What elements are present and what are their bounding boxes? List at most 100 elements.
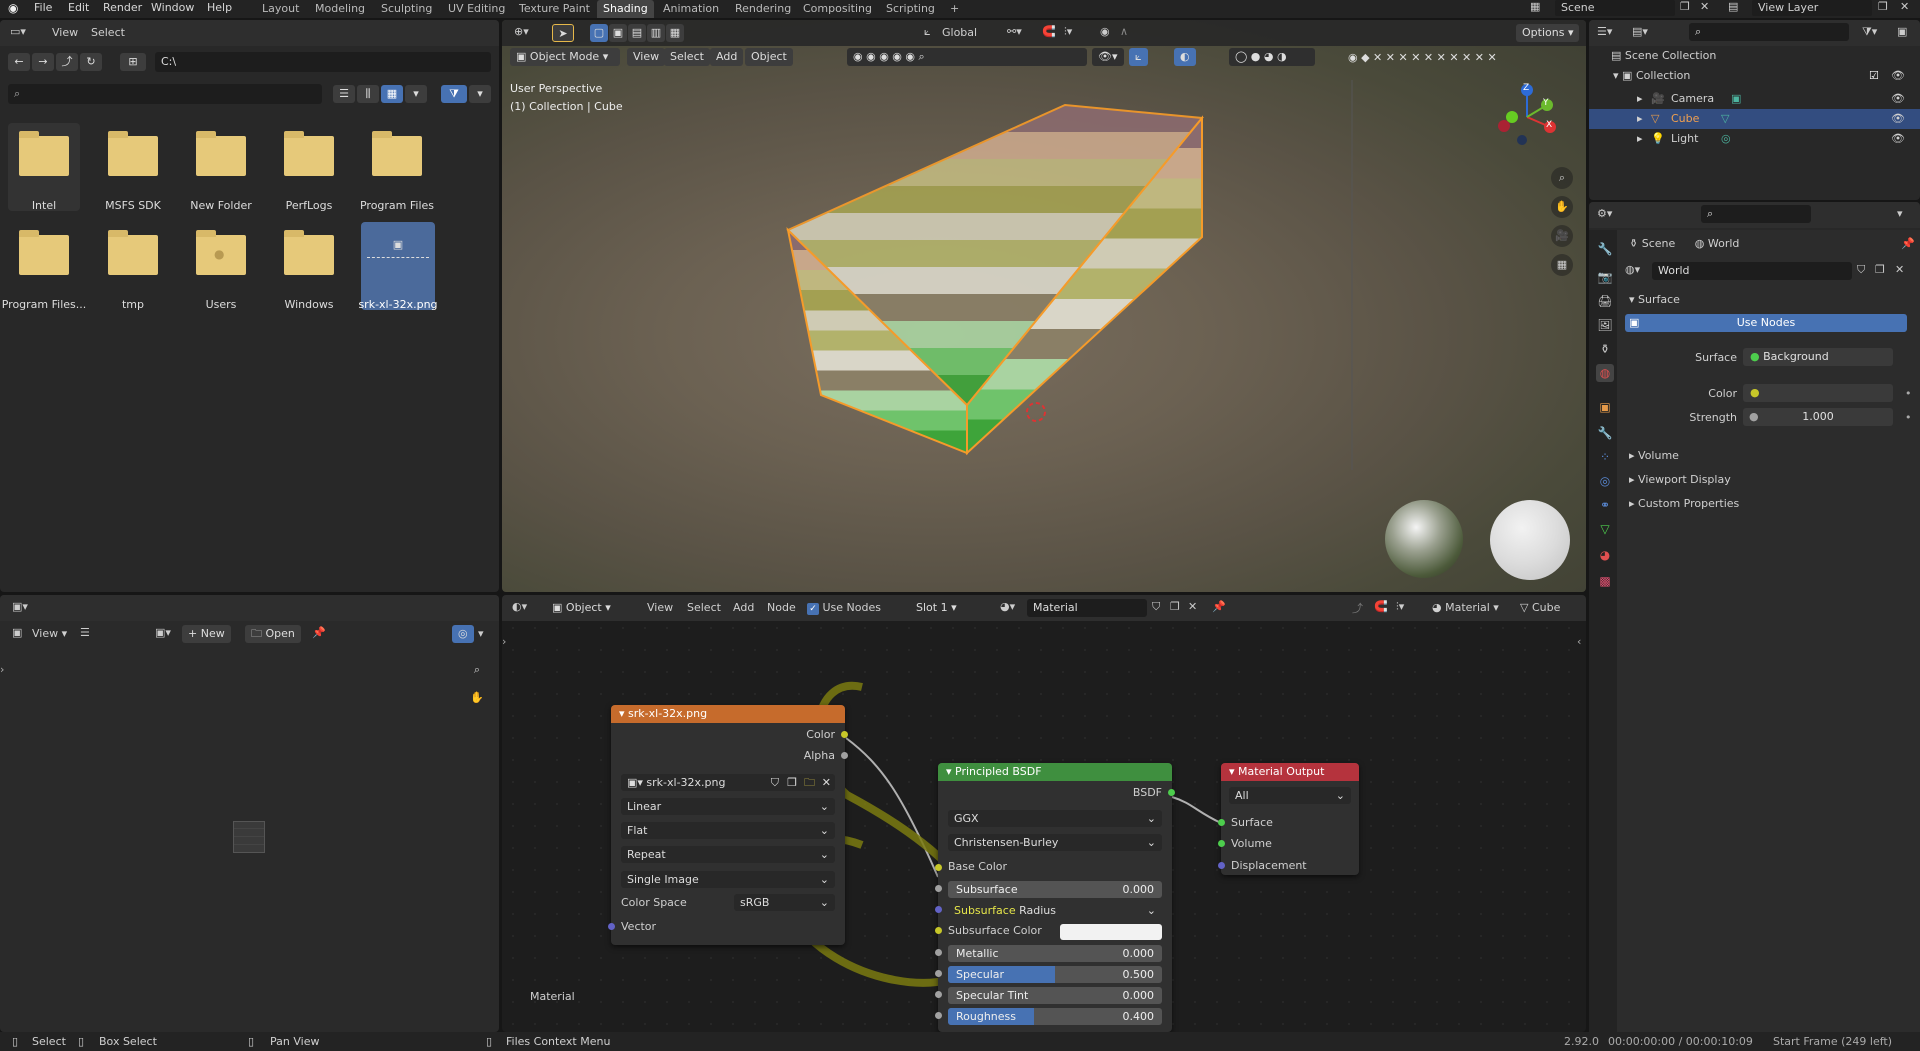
file-item-tmp[interactable]: tmp bbox=[97, 222, 169, 311]
subsurface-slider[interactable]: Subsurface 0.000 bbox=[948, 881, 1162, 898]
new-collection-icon[interactable]: ▣ bbox=[1897, 25, 1907, 38]
camera-eye-icon[interactable]: 👁 bbox=[1891, 89, 1905, 109]
image-datablock[interactable]: ▣▾ srk-xl-32x.png ⛉ ❐ 🗀 ✕ bbox=[621, 774, 835, 791]
new-view-layer-icon[interactable]: ❐ bbox=[1878, 0, 1888, 13]
outliner-editor-icon[interactable]: ☰▾ bbox=[1597, 25, 1612, 38]
tab-compositing[interactable]: Compositing bbox=[797, 0, 878, 18]
tab-modeling[interactable]: Modeling bbox=[309, 0, 371, 18]
output-tab-icon[interactable]: 🖨 bbox=[1596, 292, 1614, 310]
add-workspace-button[interactable]: + bbox=[944, 0, 965, 18]
tab-shading[interactable]: Shading bbox=[597, 0, 654, 18]
outliner-item-camera[interactable]: ▸ 🎥 Camera ▣ 👁 bbox=[1589, 89, 1920, 109]
principled-bsdf-node[interactable]: ▾ Principled BSDF BSDF GGX ⌄ Christensen-… bbox=[935, 763, 1175, 1032]
use-nodes-button[interactable]: ▣ Use Nodes bbox=[1625, 314, 1907, 332]
zoom-icon[interactable]: ⌕ bbox=[1551, 167, 1573, 189]
input-volume-socket[interactable] bbox=[1218, 840, 1225, 847]
file-item-msfs-sdk[interactable]: MSFS SDK bbox=[97, 123, 169, 212]
pin-icon[interactable]: 📌 bbox=[1901, 237, 1915, 250]
mode-icon[interactable]: ▣ bbox=[12, 626, 22, 639]
material-tab-icon[interactable]: ◕ bbox=[1596, 546, 1614, 564]
input-metallic-socket[interactable] bbox=[935, 949, 942, 956]
input-subsurface-color-socket[interactable] bbox=[935, 927, 942, 934]
viewport-3d[interactable]: ⊕▾ ➤ ▢ ▣ ▤ ▥ ▦ ⟀ Global ⚯▾ 🧲 ⫶▾ ◉ ∧ Opti… bbox=[502, 20, 1586, 592]
pan-hand-icon[interactable]: ✋ bbox=[1551, 196, 1573, 218]
horizontal-list-button[interactable]: ⫼ bbox=[357, 85, 379, 103]
camera-view-icon[interactable]: 🎥 bbox=[1551, 225, 1573, 247]
new-scene-icon[interactable]: ❐ bbox=[1680, 0, 1690, 13]
pan-hand-icon[interactable]: ✋ bbox=[466, 687, 488, 709]
metallic-slider[interactable]: Metallic 0.000 bbox=[948, 945, 1162, 962]
file-item-intel[interactable]: Intel bbox=[8, 123, 80, 212]
cube-eye-icon[interactable]: 👁 bbox=[1891, 109, 1905, 129]
file-item-perflogs[interactable]: PerfLogs bbox=[273, 123, 345, 212]
data-tab-icon[interactable]: ▽ bbox=[1596, 520, 1614, 538]
surface-shader-field[interactable]: ● Background bbox=[1743, 348, 1893, 366]
section-volume-header[interactable]: ▸ Volume bbox=[1629, 446, 1679, 466]
tab-texture-paint[interactable]: Texture Paint bbox=[513, 0, 596, 18]
view-layer-tab-icon[interactable]: 🖼 bbox=[1596, 316, 1614, 334]
menu-edit[interactable]: Edit bbox=[68, 0, 89, 16]
duplicate-world-icon[interactable]: ❐ bbox=[1875, 263, 1885, 276]
file-item-new-folder[interactable]: New Folder bbox=[185, 123, 257, 212]
input-surface-socket[interactable] bbox=[1218, 819, 1225, 826]
file-item-users[interactable]: ● Users bbox=[185, 222, 257, 311]
editor-type-icon[interactable]: ▭▾ bbox=[10, 25, 26, 38]
parent-dir-button[interactable]: ⤴ bbox=[56, 53, 78, 71]
filter-icon[interactable]: ⧩▾ bbox=[1862, 25, 1877, 39]
scene-field[interactable]: Scene bbox=[1555, 0, 1675, 16]
tab-uv-editing[interactable]: UV Editing bbox=[442, 0, 511, 18]
unlink-world-icon[interactable]: ✕ bbox=[1895, 263, 1904, 276]
color-space-dropdown[interactable]: sRGB ⌄ bbox=[734, 894, 835, 911]
file-item-program-files[interactable]: Program Files bbox=[360, 123, 434, 212]
strength-field[interactable]: ● 1.000 bbox=[1743, 408, 1893, 426]
output-color-socket[interactable] bbox=[841, 731, 848, 738]
properties-options-icon[interactable]: ▾ bbox=[1897, 207, 1903, 220]
output-alpha-socket[interactable] bbox=[841, 752, 848, 759]
tab-layout[interactable]: Layout bbox=[256, 0, 305, 18]
file-item-windows[interactable]: Windows bbox=[273, 222, 345, 311]
modifier-tab-icon[interactable]: 🔧 bbox=[1596, 424, 1614, 442]
outliner-collection[interactable]: ▾ ▣ Collection ☑ 👁 bbox=[1613, 69, 1913, 82]
filter-button[interactable]: ⧩ bbox=[441, 85, 467, 103]
sidebar-toggle-icon[interactable]: › bbox=[0, 663, 4, 676]
new-folder-button[interactable]: ⊞ bbox=[120, 53, 146, 71]
editor-type-icon[interactable]: ▣▾ bbox=[12, 600, 28, 613]
properties-editor-icon[interactable]: ⚙▾ bbox=[1597, 207, 1612, 220]
display-mode-icon[interactable]: ▤▾ bbox=[1632, 25, 1648, 38]
menu-help[interactable]: Help bbox=[207, 0, 232, 16]
fb-menu-select[interactable]: Select bbox=[91, 26, 125, 39]
scene-tab-icon[interactable]: ⚱ bbox=[1596, 340, 1614, 358]
projection-dropdown[interactable]: Flat ⌄ bbox=[621, 822, 835, 839]
texture-tab-icon[interactable]: ▩ bbox=[1596, 572, 1614, 590]
roughness-slider[interactable]: Roughness 0.400 bbox=[948, 1008, 1162, 1025]
output-bsdf-socket[interactable] bbox=[1168, 789, 1175, 796]
outliner-search[interactable]: ⌕ bbox=[1689, 23, 1849, 41]
properties-search[interactable]: ⌕ bbox=[1701, 205, 1811, 223]
object-tab-icon[interactable]: ▣ bbox=[1596, 398, 1614, 416]
specular-slider[interactable]: Specular 0.500 bbox=[948, 966, 1162, 983]
render-tab-icon[interactable]: 📷 bbox=[1596, 268, 1614, 286]
back-button[interactable]: ← bbox=[8, 53, 30, 71]
tool-tab-icon[interactable]: 🔧 bbox=[1596, 240, 1614, 258]
tab-rendering[interactable]: Rendering bbox=[729, 0, 797, 18]
empty-image-canvas[interactable] bbox=[233, 821, 265, 853]
fb-menu-view[interactable]: View bbox=[52, 26, 78, 39]
world-tab-icon[interactable]: ◍ bbox=[1596, 364, 1614, 382]
forward-button[interactable]: → bbox=[32, 53, 54, 71]
menu-window[interactable]: Window bbox=[151, 0, 194, 16]
physics-tab-icon[interactable]: ◎ bbox=[1596, 472, 1614, 490]
image-browse-icon[interactable]: ▣▾ bbox=[155, 626, 171, 639]
section-surface-header[interactable]: ▾ Surface bbox=[1629, 290, 1680, 310]
gizmo-dropdown-icon[interactable]: ▾ bbox=[478, 627, 484, 640]
image-view-menu[interactable]: View ▾ bbox=[32, 627, 67, 640]
interpolation-dropdown[interactable]: Linear ⌄ bbox=[621, 798, 835, 815]
fake-user-icon[interactable]: ⛉ bbox=[1857, 263, 1865, 277]
navigation-gizmo[interactable]: Z X Y bbox=[1492, 82, 1562, 152]
close-view-layer-icon[interactable]: ✕ bbox=[1900, 0, 1909, 13]
section-viewport-display-header[interactable]: ▸ Viewport Display bbox=[1629, 470, 1731, 490]
image-texture-node[interactable]: ▾ srk-xl-32x.png Color Alpha ▣▾ srk-xl-3… bbox=[608, 705, 848, 945]
view-layer-icon[interactable]: ▤ bbox=[1728, 0, 1738, 13]
specular-tint-slider[interactable]: Specular Tint 0.000 bbox=[948, 987, 1162, 1004]
search-input[interactable]: ⌕ bbox=[8, 84, 322, 104]
menu-render[interactable]: Render bbox=[103, 0, 142, 16]
